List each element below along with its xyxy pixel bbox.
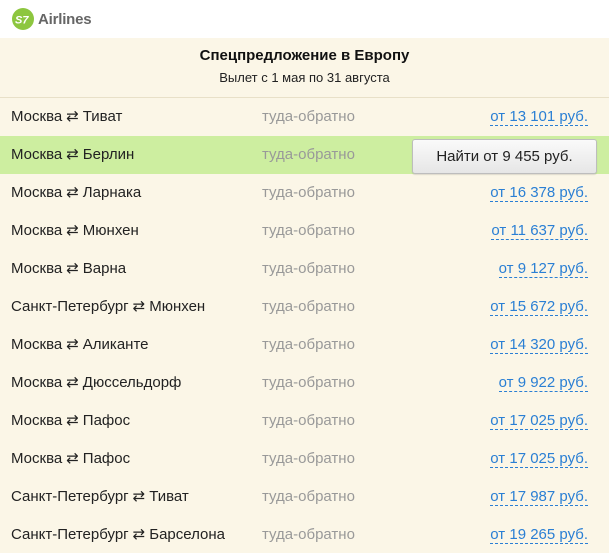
route-destination: Пафос [82,412,131,429]
route-origin: Москва [11,374,63,391]
route-row[interactable]: Москва ⇄ Аликанте туда-обратно от 14 320 руб… [0,326,609,364]
route-origin: Москва [11,260,63,277]
price-link[interactable]: от 19 265 руб. [490,526,588,544]
route-destination: Тиват [82,108,123,125]
route-destination: Варна [82,260,127,277]
price-link[interactable]: от 17 025 руб. [490,450,588,468]
round-trip-arrows-icon: ⇄ [66,336,79,353]
route-row[interactable]: Санкт-Петербург ⇄ Мюнхен туда-обратно от 15 … [0,288,609,326]
round-trip-arrows-icon: ⇄ [66,184,79,201]
offer-header: Спецпредложение в Европу Вылет с 1 мая п… [0,38,609,98]
round-trip-arrows-icon: ⇄ [66,450,79,467]
route-origin: Москва [11,108,63,125]
trip-type-label: туда-обратно [262,298,355,315]
trip-type-label: туда-обратно [262,260,355,277]
route-row[interactable]: Москва ⇄ Ларнака туда-обратно от 16 378 руб. [0,174,609,212]
trip-type-label: туда-обратно [262,336,355,353]
round-trip-arrows-icon: ⇄ [66,260,79,277]
trip-type-label: туда-обратно [262,184,355,201]
route-name: Москва ⇄ Ларнака [11,184,141,202]
price-link[interactable]: от 17 025 руб. [490,412,588,430]
trip-type-label: туда-обратно [262,222,355,239]
route-name: Санкт-Петербург ⇄ Барселона [11,526,225,544]
special-offer-panel: Спецпредложение в Европу Вылет с 1 мая п… [0,38,609,553]
route-origin: Москва [11,222,63,239]
price-link[interactable]: от 9 922 руб. [498,374,588,392]
route-row[interactable]: Москва ⇄ Варна туда-обратно от 9 127 руб. [0,250,609,288]
route-name: Санкт-Петербург ⇄ Тиват [11,488,189,506]
route-origin: Санкт-Петербург [11,298,129,315]
route-name: Санкт-Петербург ⇄ Мюнхен [11,298,205,316]
trip-type-label: туда-обратно [262,146,355,163]
route-origin: Москва [11,146,63,163]
trip-type-label: туда-обратно [262,488,355,505]
route-name: Москва ⇄ Тиват [11,108,122,126]
round-trip-arrows-icon: ⇄ [132,298,146,315]
route-destination: Мюнхен [82,222,139,239]
offer-title: Спецпредложение в Европу [199,47,410,64]
round-trip-arrows-icon: ⇄ [66,222,79,239]
round-trip-arrows-icon: ⇄ [132,488,146,505]
route-row[interactable]: Москва ⇄ Берлин туда-обратно Найти от 9 455 … [0,136,609,174]
trip-type-label: туда-обратно [262,450,355,467]
trip-type-label: туда-обратно [262,526,355,543]
route-destination: Пафос [82,450,131,467]
price-link[interactable]: от 17 987 руб. [490,488,588,506]
route-name: Москва ⇄ Дюссельдорф [11,374,181,392]
route-origin: Москва [11,412,63,429]
route-destination: Тиват [149,488,189,505]
route-origin: Москва [11,450,63,467]
brand-name: Airlines [38,10,92,28]
route-name: Москва ⇄ Аликанте [11,336,149,354]
route-destination: Берлин [82,146,135,163]
route-row[interactable]: Москва ⇄ Пафос туда-обратно от 17 025 руб. [0,402,609,440]
trip-type-label: туда-обратно [262,108,355,125]
route-name: Москва ⇄ Варна [11,260,126,278]
route-row[interactable]: Санкт-Петербург ⇄ Тиват туда-обратно от 17 9… [0,478,609,516]
route-destination: Дюссельдорф [82,374,182,391]
route-name: Москва ⇄ Берлин [11,146,134,164]
svg-text:S7: S7 [15,15,29,26]
price-link[interactable]: от 11 637 руб. [491,222,588,240]
route-row[interactable]: Москва ⇄ Дюссельдорф туда-обратно от 9 922 р… [0,364,609,402]
find-flights-button[interactable]: Найти от 9 455 руб. [412,139,597,174]
price-link[interactable]: от 9 127 руб. [498,260,588,278]
trip-type-label: туда-обратно [262,412,355,429]
route-destination: Ларнака [82,184,142,201]
price-link[interactable]: от 15 672 руб. [490,298,588,316]
round-trip-arrows-icon: ⇄ [132,526,146,543]
route-name: Москва ⇄ Мюнхен [11,222,139,240]
price-link[interactable]: от 13 101 руб. [490,108,588,126]
s7-logo-icon: S7 [12,8,34,30]
price-link[interactable]: от 14 320 руб. [490,336,588,354]
round-trip-arrows-icon: ⇄ [66,146,79,163]
route-name: Москва ⇄ Пафос [11,412,130,430]
route-origin: Санкт-Петербург [11,488,129,505]
route-name: Москва ⇄ Пафос [11,450,130,468]
route-row[interactable]: Москва ⇄ Тиват туда-обратно от 13 101 руб. [0,98,609,136]
route-origin: Москва [11,184,63,201]
round-trip-arrows-icon: ⇄ [66,108,79,125]
route-destination: Мюнхен [149,298,206,315]
trip-type-label: туда-обратно [262,374,355,391]
round-trip-arrows-icon: ⇄ [66,374,79,391]
route-origin: Москва [11,336,63,353]
route-row[interactable]: Санкт-Петербург ⇄ Барселона туда-обратно от … [0,516,609,553]
brand-logo[interactable]: S7 Airlines [12,8,92,30]
route-row[interactable]: Москва ⇄ Мюнхен туда-обратно от 11 637 руб. [0,212,609,250]
offer-subtitle: Вылет с 1 мая по 31 августа [219,70,390,85]
top-bar: S7 Airlines [0,0,609,38]
route-destination: Аликанте [82,336,149,353]
round-trip-arrows-icon: ⇄ [66,412,79,429]
route-list: Москва ⇄ Тиват туда-обратно от 13 101 руб. Мо… [0,98,609,553]
route-origin: Санкт-Петербург [11,526,129,543]
route-row[interactable]: Москва ⇄ Пафос туда-обратно от 17 025 руб. [0,440,609,478]
price-link[interactable]: от 16 378 руб. [490,184,588,202]
route-destination: Барселона [149,526,225,543]
